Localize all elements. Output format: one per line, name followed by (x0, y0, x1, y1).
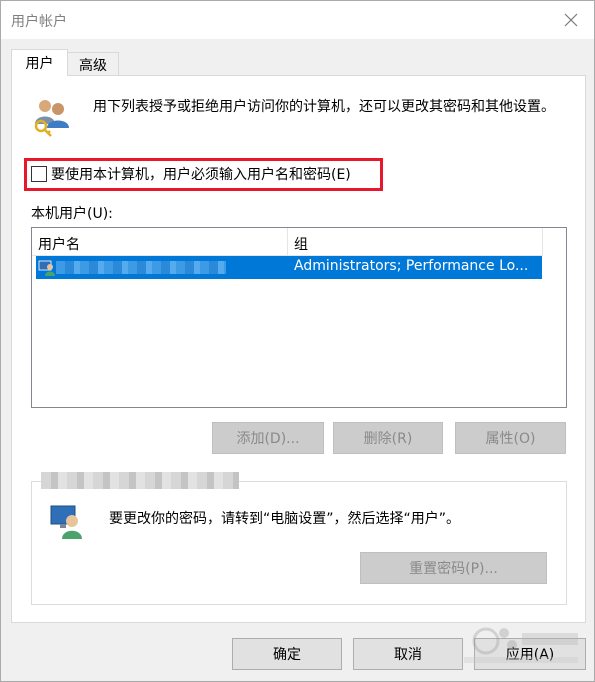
intro-description: 用下列表授予或拒绝用户访问你的计算机，还可以更改其密码和其他设置。 (93, 99, 555, 115)
username-cell-redacted (56, 261, 226, 274)
groupbox-caption-redacted (41, 472, 239, 489)
user-account-icon (38, 260, 55, 276)
tab-users-label: 用户 (25, 56, 54, 72)
column-header-username[interactable]: 用户名 (38, 234, 80, 254)
ok-button[interactable]: 确定 (232, 638, 342, 670)
reset-password-button[interactable]: 重置密码(P)... (360, 552, 547, 584)
column-divider[interactable] (287, 228, 288, 256)
properties-button[interactable]: 属性(O) (455, 422, 566, 454)
local-users-list[interactable]: 用户名 组 Administrators; Performance Lo... (31, 227, 567, 408)
close-button[interactable] (558, 8, 584, 32)
tab-advanced[interactable]: 高级 (67, 52, 119, 76)
column-divider[interactable] (542, 228, 543, 256)
tab-advanced-label: 高级 (79, 57, 107, 74)
users-keys-icon (34, 100, 69, 137)
close-icon (564, 13, 578, 27)
group-cell: Administrators; Performance Lo... (294, 258, 529, 274)
password-instructions: 要更改你的密码，请转到“电脑设置”，然后选择“用户”。 (109, 511, 461, 527)
cancel-button[interactable]: 取消 (353, 638, 463, 670)
watermark-logo (464, 627, 578, 663)
require-login-checkbox[interactable] (31, 166, 47, 182)
user-monitor-icon (50, 505, 82, 539)
local-users-label: 本机用户(U): (31, 206, 113, 222)
table-row[interactable]: Administrators; Performance Lo... (36, 256, 542, 279)
tab-users[interactable]: 用户 (11, 49, 68, 76)
title-bar: 用户帐户 (1, 1, 594, 39)
password-groupbox (31, 481, 567, 605)
list-header: 用户名 组 (32, 228, 543, 256)
column-header-group[interactable]: 组 (294, 234, 308, 254)
remove-user-button[interactable]: 删除(R) (333, 422, 443, 454)
add-user-button[interactable]: 添加(D)... (212, 422, 324, 454)
user-accounts-dialog: 用户帐户 高级 用户 用下列表授予或拒绝用户访问你的计算机，还可以更改其密码和其… (0, 0, 595, 682)
require-login-label[interactable]: 要使用本计算机，用户必须输入用户名和密码(E) (51, 164, 351, 184)
window-title: 用户帐户 (11, 14, 67, 30)
